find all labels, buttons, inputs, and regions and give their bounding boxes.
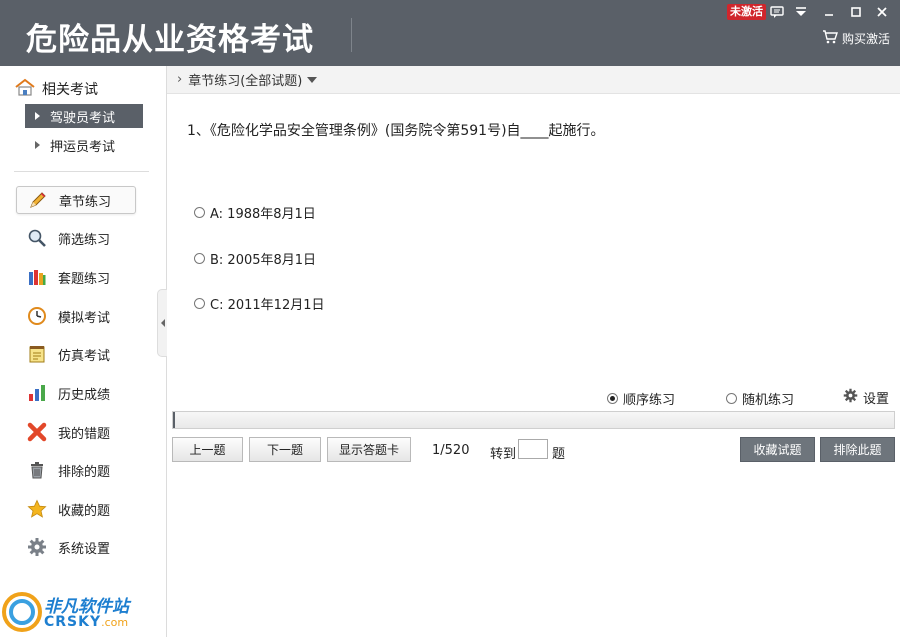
bar-chart-icon: [26, 382, 48, 404]
related-item-escort-exam[interactable]: 押运员考试: [25, 133, 143, 157]
nav-label: 系统设置: [58, 541, 111, 557]
nav-label: 排除的题: [58, 464, 111, 480]
sequential-practice-label: 顺序练习: [623, 393, 676, 408]
related-exams-title: 相关考试: [42, 82, 98, 98]
buy-activate-button[interactable]: 购买激活: [822, 30, 890, 47]
goto-unit-label: 题: [552, 447, 566, 462]
watermark-text-suffix: .com: [101, 616, 129, 629]
nav-label: 筛选练习: [58, 232, 111, 248]
settings-button[interactable]: 设置: [843, 388, 889, 407]
option-radio[interactable]: [194, 253, 205, 264]
nav-mock-exam[interactable]: 模拟考试: [16, 302, 136, 330]
progress-fill: [173, 412, 176, 428]
exclude-question-button[interactable]: 排除此题: [820, 437, 895, 462]
next-question-button[interactable]: 下一题: [249, 437, 321, 462]
gear-icon: [26, 536, 48, 558]
nav-filter-practice[interactable]: 筛选练习: [16, 224, 136, 252]
chapter-selector-label: 章节练习(全部试题): [188, 74, 303, 89]
nav-label: 仿真考试: [58, 348, 111, 364]
menu-dropdown-icon[interactable]: [790, 2, 812, 22]
notepad-icon: [26, 343, 48, 365]
nav-history-scores[interactable]: 历史成绩: [16, 379, 136, 407]
minimize-icon[interactable]: [818, 2, 840, 22]
random-practice-label: 随机练习: [742, 393, 795, 408]
chevron-down-icon: [307, 76, 318, 83]
chevron-left-icon: [160, 319, 165, 327]
radio-selected[interactable]: [607, 393, 618, 404]
goto-label: 转到: [490, 447, 517, 462]
sidebar-divider: [14, 171, 149, 172]
nav-label: 我的错题: [58, 426, 111, 442]
gear-icon: [843, 388, 858, 407]
nav-my-mistakes[interactable]: 我的错题: [16, 418, 136, 446]
sidebar-collapse-handle[interactable]: [157, 289, 167, 357]
nav-favorite-questions[interactable]: 收藏的题: [16, 495, 136, 523]
option-radio[interactable]: [194, 207, 205, 218]
option-c[interactable]: C: 2011年12月1日: [194, 294, 325, 313]
nav-label: 历史成绩: [58, 387, 111, 403]
title-bar: 危险品从业资格考试 未激活 购买激活: [0, 0, 900, 66]
triangle-right-icon: [35, 141, 40, 149]
related-exams-header: 相关考试: [14, 78, 98, 100]
progress-bar: [172, 411, 895, 429]
red-x-icon: [26, 421, 48, 443]
goto-question-input[interactable]: [518, 439, 548, 459]
nav-label: 章节练习: [59, 194, 112, 210]
nav-simulation-exam[interactable]: 仿真考试: [16, 340, 136, 368]
chevron-right-icon: ›: [177, 72, 183, 87]
option-b[interactable]: B: 2005年8月1日: [194, 249, 316, 268]
star-icon: [26, 498, 48, 520]
crsky-watermark: 非凡软件站 CRSKY .com: [0, 584, 146, 637]
option-label: A: 1988年8月1日: [210, 207, 316, 222]
watermark-text-bottom: CRSKY: [44, 614, 102, 630]
nav-excluded-questions[interactable]: 排除的题: [16, 456, 136, 484]
option-a[interactable]: A: 1988年8月1日: [194, 203, 316, 222]
buy-activate-label: 购买激活: [842, 32, 891, 46]
radio-unselected[interactable]: [726, 393, 737, 404]
random-practice-radio[interactable]: 随机练习: [726, 389, 794, 408]
nav-set-practice[interactable]: 套题练习: [16, 263, 136, 291]
question-text: 1、《危险化学品安全管理条例》(国务院令第591号)自____起施行。: [187, 123, 605, 139]
option-radio[interactable]: [194, 298, 205, 309]
nav-label: 套题练习: [58, 271, 111, 287]
nav-system-settings[interactable]: 系统设置: [16, 533, 136, 561]
watermark-text-bottom-row: CRSKY .com: [44, 614, 128, 630]
books-icon: [26, 266, 48, 288]
nav-label: 模拟考试: [58, 310, 111, 326]
question-counter: 1/520: [432, 443, 470, 458]
message-icon[interactable]: [766, 2, 788, 22]
nav-chapter-practice[interactable]: 章节练习: [16, 186, 136, 214]
related-item-label: 押运员考试: [50, 139, 116, 155]
clock-icon: [26, 305, 48, 327]
chapter-selector[interactable]: › 章节练习(全部试题): [167, 66, 900, 94]
triangle-right-icon: [35, 112, 40, 120]
magnifier-icon: [26, 227, 48, 249]
home-icon: [14, 78, 36, 100]
activation-status-badge[interactable]: 未激活: [727, 4, 766, 20]
title-divider: [351, 18, 352, 52]
option-label: B: 2005年8月1日: [210, 253, 317, 268]
settings-label: 设置: [863, 392, 890, 407]
app-title: 危险品从业资格考试: [26, 22, 314, 58]
related-item-driver-exam[interactable]: 驾驶员考试: [25, 104, 143, 128]
close-icon[interactable]: [871, 2, 893, 22]
related-item-label: 驾驶员考试: [50, 110, 116, 126]
option-label: C: 2011年12月1日: [210, 298, 325, 313]
prev-question-button[interactable]: 上一题: [172, 437, 243, 462]
maximize-icon[interactable]: [845, 2, 867, 22]
pencil-icon: [27, 189, 49, 211]
sidebar: 相关考试 驾驶员考试 押运员考试 章节练习 筛选练习 套题练习 模拟考试 仿真考…: [0, 66, 157, 637]
trash-icon: [26, 459, 48, 481]
show-answer-card-button[interactable]: 显示答题卡: [327, 437, 411, 462]
nav-label: 收藏的题: [58, 503, 111, 519]
cart-icon: [822, 30, 838, 47]
collect-question-button[interactable]: 收藏试题: [740, 437, 815, 462]
sequential-practice-radio[interactable]: 顺序练习: [607, 389, 675, 408]
